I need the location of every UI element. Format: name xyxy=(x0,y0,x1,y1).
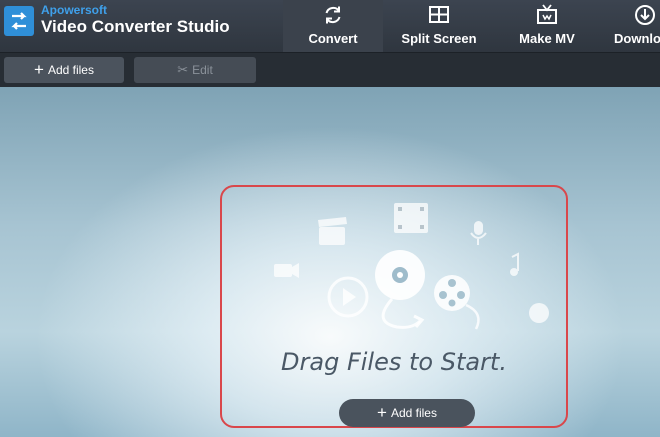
tab-split-screen-label: Split Screen xyxy=(401,31,477,46)
tab-split-screen[interactable]: Split Screen xyxy=(384,0,494,52)
edit-button[interactable]: ✂ Edit xyxy=(134,57,256,83)
company-name: Apowersoft xyxy=(41,3,107,17)
scissors-icon: ✂ xyxy=(177,62,189,77)
plus-icon: + xyxy=(34,60,44,79)
drag-files-message: Drag Files to Start. xyxy=(281,348,507,376)
tab-convert[interactable]: Convert xyxy=(283,0,383,52)
add-files-label: Add files xyxy=(47,63,94,77)
tab-convert-label: Convert xyxy=(308,31,358,46)
app-title: Video Converter Studio xyxy=(41,17,230,36)
media-icons-cluster-icon xyxy=(274,203,549,330)
tab-download[interactable]: Download xyxy=(600,0,660,52)
tv-icon xyxy=(536,4,558,29)
refresh-icon xyxy=(322,4,344,29)
tab-make-mv-label: Make MV xyxy=(519,31,575,46)
plus-icon: + xyxy=(377,403,387,422)
dropzone-add-files-label: Add files xyxy=(390,406,437,420)
tab-download-label: Download xyxy=(614,31,660,46)
main-area: Drag Files to Start. + Add files xyxy=(0,87,660,437)
app-logo-icon xyxy=(4,6,34,36)
title-bar: Apowersoft Video Converter Studio Conver… xyxy=(0,0,660,52)
add-files-button[interactable]: + Add files xyxy=(4,57,124,83)
drop-zone[interactable]: Drag Files to Start. + Add files xyxy=(220,185,568,428)
toolbar: + Add files ✂ Edit xyxy=(0,52,660,87)
split-screen-icon xyxy=(428,4,450,29)
edit-label: Edit xyxy=(192,63,213,77)
dropzone-add-files-button[interactable]: + Add files xyxy=(339,399,475,427)
download-icon xyxy=(634,4,656,29)
tab-make-mv[interactable]: Make MV xyxy=(494,0,600,52)
